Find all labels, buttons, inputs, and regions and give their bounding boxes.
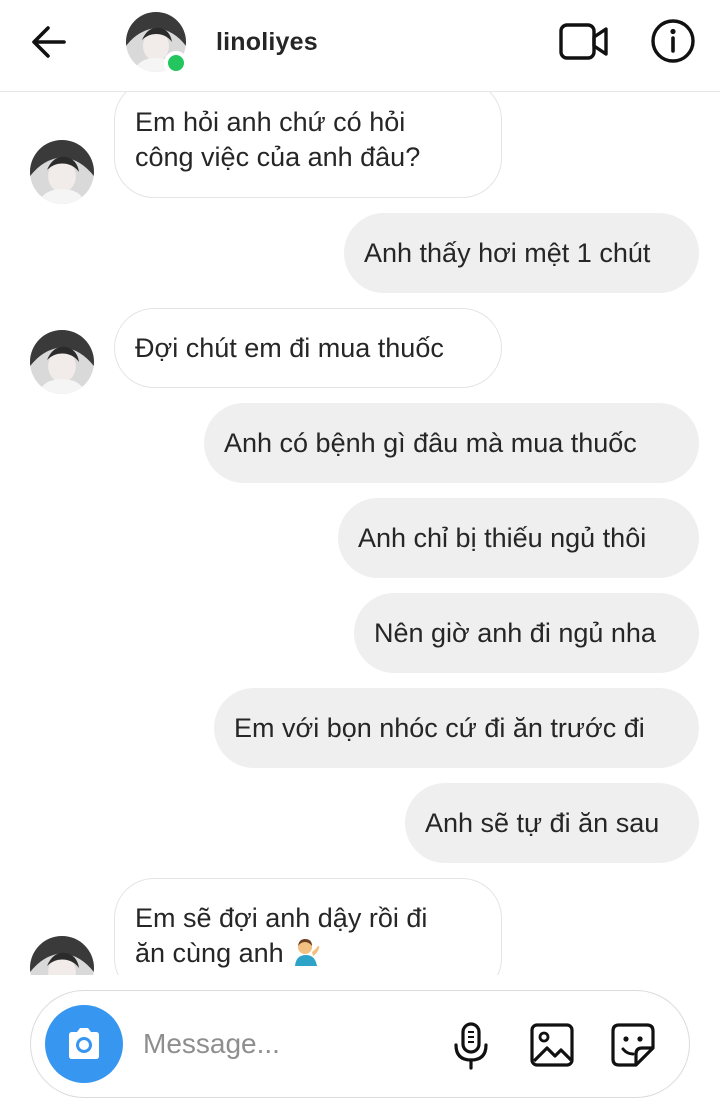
message-bubble-outgoing[interactable]: Anh sẽ tự đi ăn sau xyxy=(405,783,699,863)
info-button[interactable] xyxy=(650,18,696,64)
sender-avatar[interactable] xyxy=(30,140,94,204)
chat-username[interactable]: linoliyes xyxy=(216,28,318,57)
message-composer xyxy=(30,990,690,1098)
gallery-button[interactable] xyxy=(528,1021,576,1069)
message-line: ăn cùng anh xyxy=(135,936,481,971)
sticker-icon xyxy=(611,1023,655,1067)
message-bubble-incoming[interactable]: Đợi chút em đi mua thuốc xyxy=(114,308,502,388)
online-status-dot xyxy=(164,51,188,75)
message-line: Em sẽ đợi anh dậy rồi đi xyxy=(135,903,428,933)
message-bubble-outgoing[interactable]: Nên giờ anh đi ngủ nha xyxy=(354,593,699,673)
profile-photo xyxy=(30,330,94,394)
chat-header: linoliyes xyxy=(0,0,720,92)
message-input[interactable] xyxy=(143,1023,423,1065)
profile-photo xyxy=(30,140,94,204)
camera-icon xyxy=(69,1028,99,1059)
message-bubble-outgoing[interactable]: Anh thấy hơi mệt 1 chút xyxy=(344,213,699,293)
message-bubble-outgoing[interactable]: Em với bọn nhóc cứ đi ăn trước đi xyxy=(214,688,699,768)
message-bubble-incoming[interactable]: Em sẽ đợi anh dậy rồi đi ăn cùng anh xyxy=(114,878,502,975)
sender-avatar[interactable] xyxy=(30,330,94,394)
message-line-text: ăn cùng anh xyxy=(135,938,284,968)
microphone-icon xyxy=(454,1022,488,1070)
message-thread[interactable]: Em hỏi anh chứ có hỏi công việc của anh … xyxy=(0,92,720,975)
sender-avatar[interactable] xyxy=(30,936,94,975)
message-line: Em hỏi anh chứ có hỏi xyxy=(135,107,406,137)
person-tipping-hand-emoji xyxy=(295,939,320,966)
video-call-button[interactable] xyxy=(558,20,610,64)
message-line: công việc của anh đâu? xyxy=(135,142,421,172)
profile-photo xyxy=(30,936,94,975)
sticker-button[interactable] xyxy=(609,1021,657,1069)
message-bubble-outgoing[interactable]: Anh chỉ bị thiếu ngủ thôi xyxy=(338,498,699,578)
gallery-icon xyxy=(530,1023,574,1067)
back-button[interactable] xyxy=(28,22,72,62)
microphone-button[interactable] xyxy=(451,1021,491,1071)
message-bubble-outgoing[interactable]: Anh có bệnh gì đâu mà mua thuốc xyxy=(204,403,699,483)
back-arrow-icon xyxy=(32,26,66,58)
info-icon xyxy=(651,19,695,63)
message-bubble-incoming[interactable]: Em hỏi anh chứ có hỏi công việc của anh … xyxy=(114,92,502,198)
camera-button[interactable] xyxy=(45,1005,123,1083)
video-call-icon xyxy=(559,23,608,60)
